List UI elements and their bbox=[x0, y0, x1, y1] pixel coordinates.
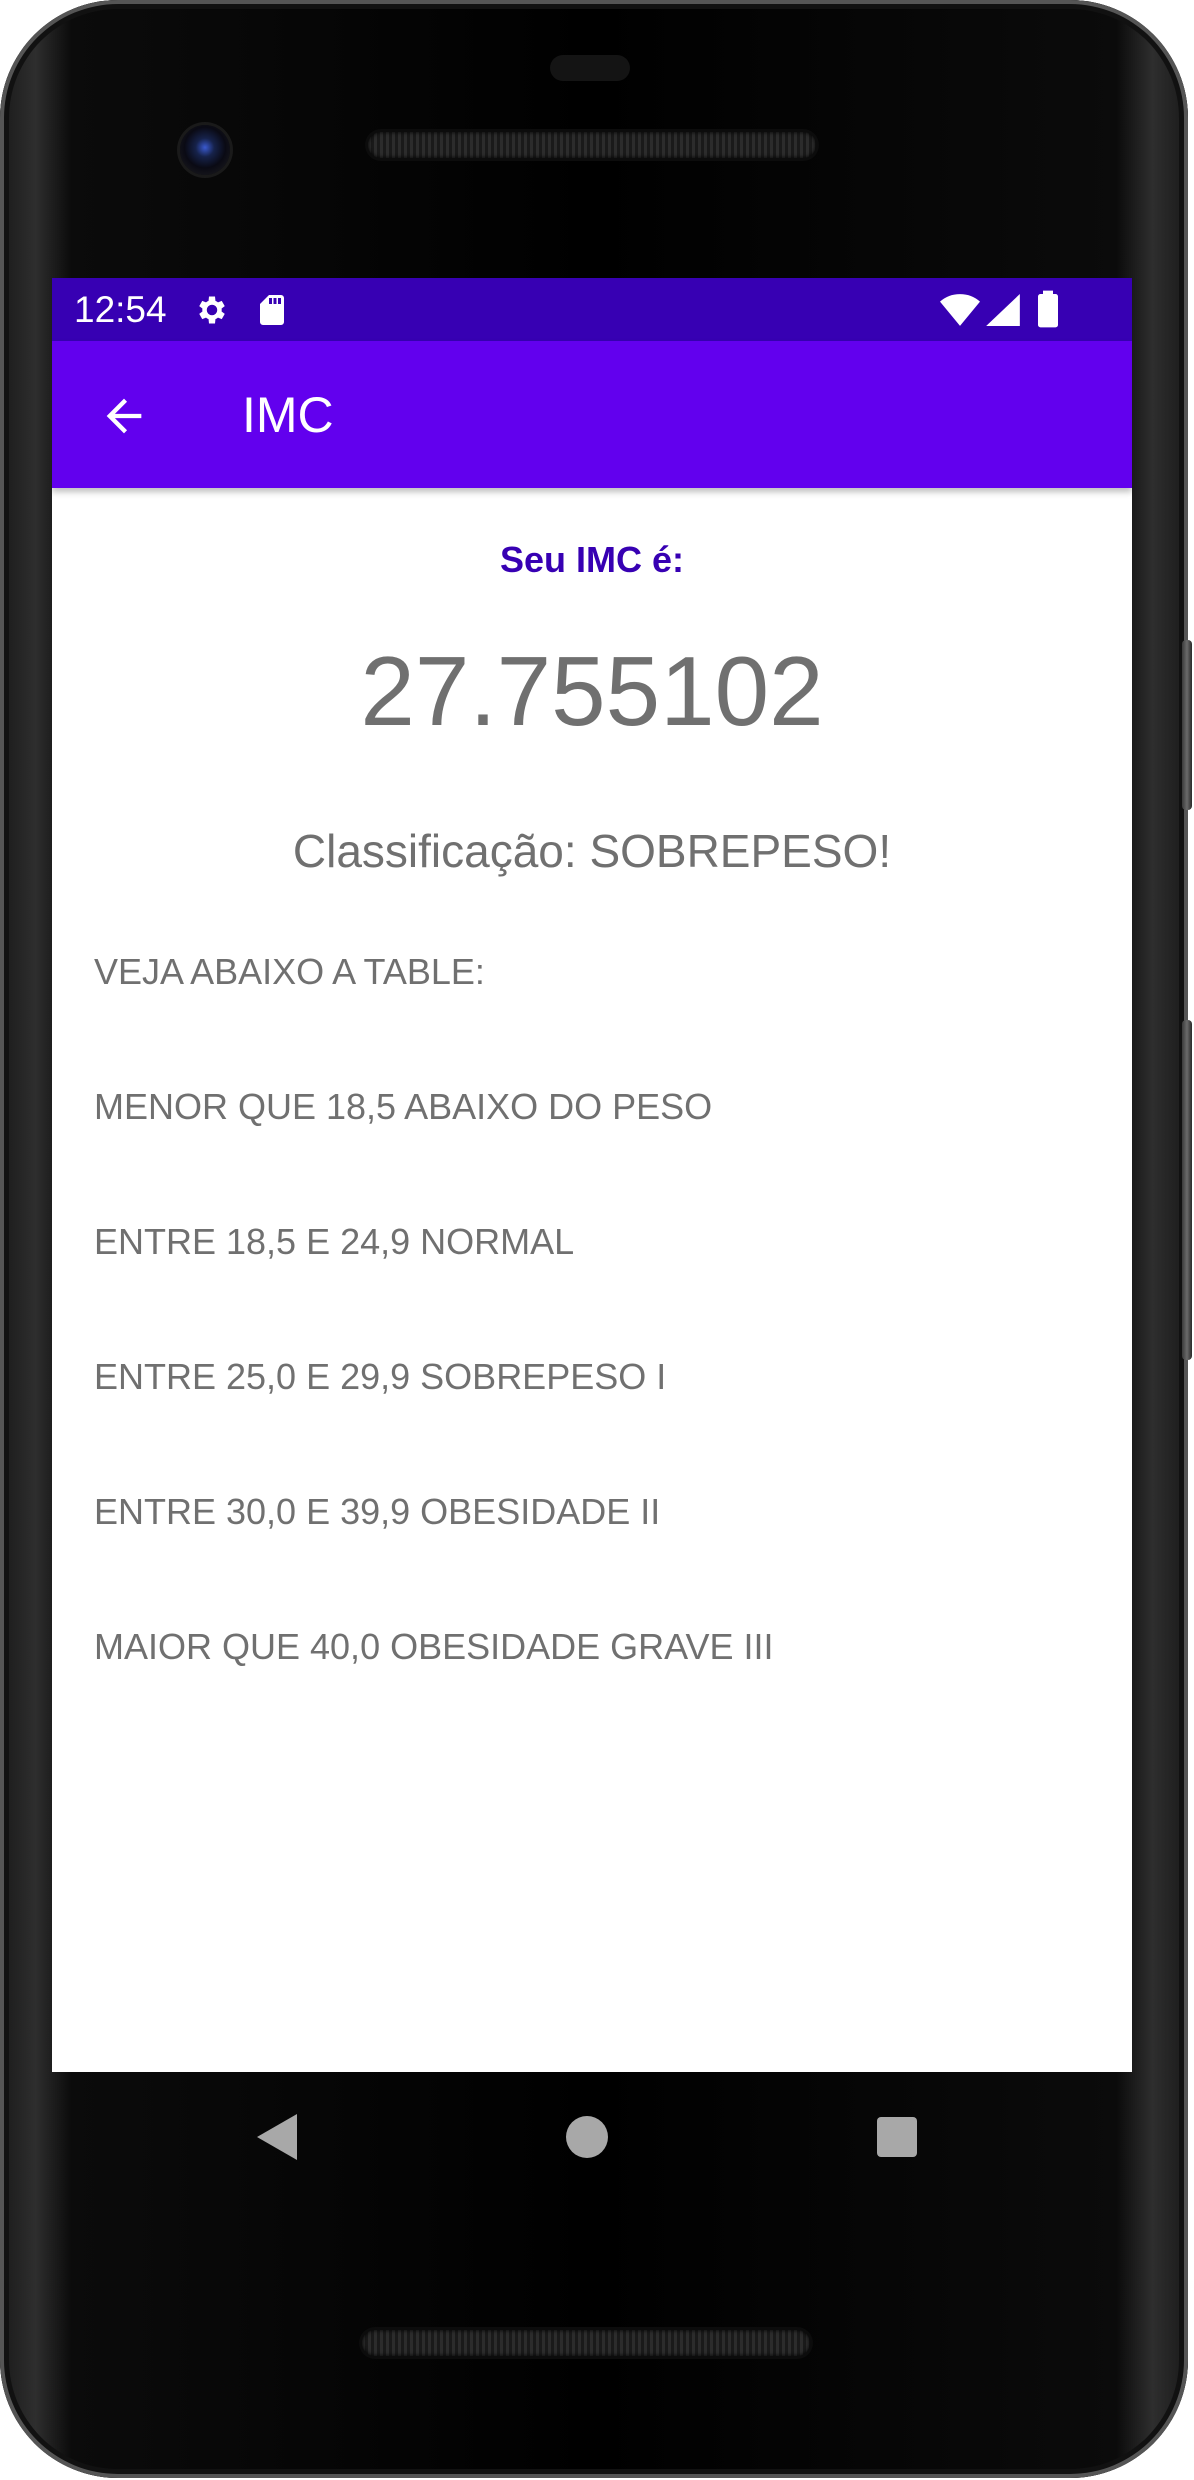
proximity-sensor bbox=[550, 55, 630, 81]
power-button bbox=[1182, 640, 1192, 810]
volume-button bbox=[1182, 1020, 1192, 1360]
system-nav-bar bbox=[52, 2072, 1132, 2202]
toolbar-title: IMC bbox=[242, 387, 334, 443]
table-row-obesity: ENTRE 30,0 E 39,9 OBESIDADE II bbox=[94, 1491, 661, 1532]
app-toolbar: IMC bbox=[52, 341, 1132, 488]
back-button[interactable] bbox=[92, 384, 156, 448]
imc-label: Seu IMC é: bbox=[499, 539, 685, 580]
front-camera bbox=[180, 125, 230, 175]
wifi-icon bbox=[940, 294, 980, 331]
nav-back-button[interactable] bbox=[252, 2112, 302, 2162]
table-row-underweight: MENOR QUE 18,5 ABAIXO DO PESO bbox=[94, 1086, 713, 1127]
device-frame-stage: 12:54 IMC Seu IMC é: 27.755102 Classific… bbox=[0, 0, 1194, 2480]
classification-text: Classificação: SOBREPESO! bbox=[292, 825, 892, 877]
app-screen: 12:54 IMC Seu IMC é: 27.755102 Classific… bbox=[52, 278, 1132, 2072]
nav-home-button[interactable] bbox=[562, 2112, 612, 2162]
table-row-normal: ENTRE 18,5 E 24,9 NORMAL bbox=[94, 1221, 575, 1262]
back-triangle-icon bbox=[257, 2114, 297, 2160]
settings-icon bbox=[194, 292, 230, 333]
arrow-back-icon bbox=[106, 398, 142, 434]
imc-value: 27.755102 bbox=[360, 636, 824, 746]
nav-recents-button[interactable] bbox=[872, 2112, 922, 2162]
recents-square-icon bbox=[877, 2117, 917, 2157]
earpiece-speaker bbox=[368, 132, 816, 158]
sd-card-icon bbox=[256, 292, 288, 333]
table-row-severe-obesity: MAIOR QUE 40,0 OBESIDADE GRAVE III bbox=[94, 1626, 774, 1667]
table-row-overweight: ENTRE 25,0 E 29,9 SOBREPESO I bbox=[94, 1356, 667, 1397]
status-time: 12:54 bbox=[74, 289, 167, 330]
battery-icon bbox=[1038, 290, 1058, 333]
bottom-speaker bbox=[362, 2330, 810, 2356]
home-circle-icon bbox=[566, 2116, 608, 2158]
signal-icon bbox=[986, 294, 1020, 331]
status-bar: 12:54 bbox=[52, 278, 1132, 341]
result-content: Seu IMC é: 27.755102 Classificação: SOBR… bbox=[52, 488, 1132, 2072]
table-header: VEJA ABAIXO A TABLE: bbox=[94, 951, 485, 992]
